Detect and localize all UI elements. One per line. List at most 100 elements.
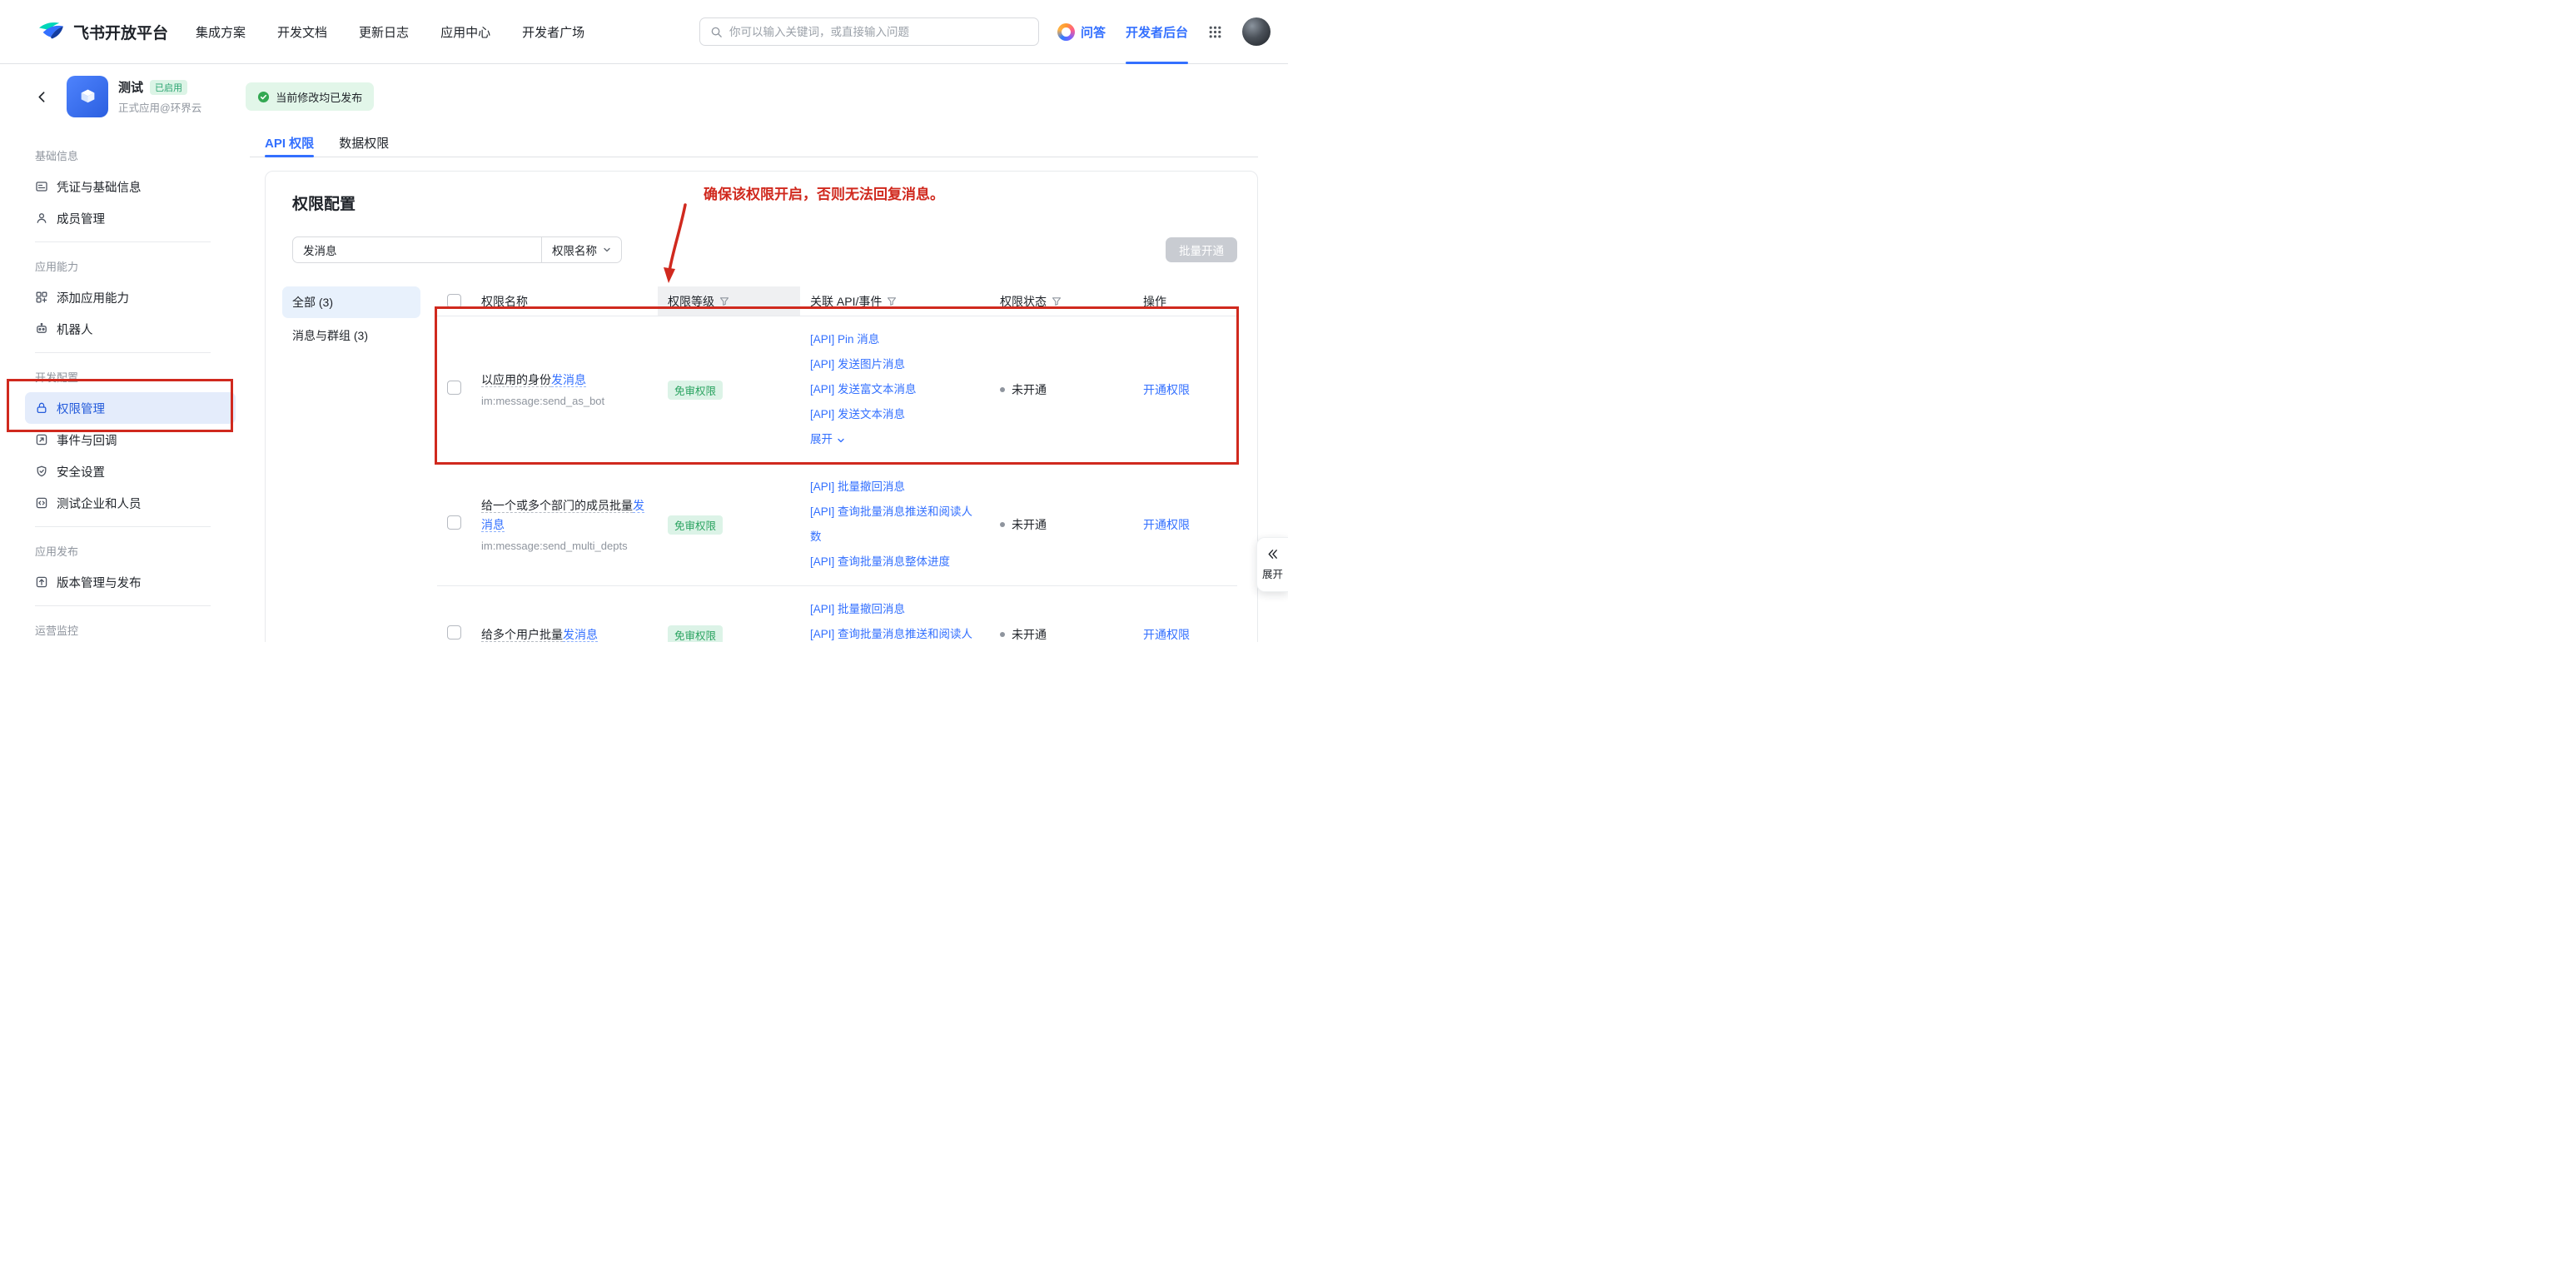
- sidebar-item[interactable]: 成员管理: [25, 202, 236, 234]
- select-all-checkbox[interactable]: [447, 294, 461, 308]
- permission-name: 以应用的身份发消息: [481, 371, 648, 390]
- tab[interactable]: API 权限: [265, 129, 314, 157]
- category-item[interactable]: 消息与群组 (3): [282, 320, 420, 351]
- filter-icon[interactable]: [1052, 296, 1062, 306]
- apps-grid-icon[interactable]: [1208, 25, 1222, 39]
- permission-name-link[interactable]: 发消息: [551, 373, 586, 387]
- check-circle-icon: [257, 91, 270, 103]
- permission-name-link[interactable]: 发消息: [563, 628, 598, 642]
- release-icon: [35, 575, 48, 589]
- api-list: [API] Pin 消息[API] 发送图片消息[API] 发送富文本消息[AP…: [810, 316, 980, 463]
- members-icon: [35, 212, 48, 225]
- column-action: 操作: [1143, 293, 1166, 310]
- event-icon: [35, 433, 48, 446]
- permission-card: 权限配置 权限名称 批量开通 全部 (3)消息与群组 (3: [265, 171, 1258, 642]
- nav-item[interactable]: 应用中心: [425, 23, 506, 41]
- table-row: 以应用的身份发消息 im:message:send_as_bot 免审权限 [API]…: [437, 316, 1237, 464]
- feishu-logo[interactable]: 飞书开放平台: [37, 20, 168, 43]
- permission-scope: im:message:send_as_bot: [481, 394, 648, 409]
- global-search-input[interactable]: [729, 26, 1028, 38]
- row-checkbox[interactable]: [447, 381, 461, 395]
- top-navigation: 飞书开放平台 集成方案开发文档更新日志应用中心开发者广场 问答 开发者后台: [0, 0, 1288, 64]
- back-icon[interactable]: [35, 90, 49, 104]
- app-type: 正式应用@环界云: [118, 99, 201, 115]
- developer-console-tab[interactable]: 开发者后台: [1126, 0, 1188, 64]
- open-permission-link[interactable]: 开通权限: [1143, 518, 1190, 531]
- qa-entry[interactable]: 问答: [1057, 23, 1106, 41]
- screen: 飞书开放平台 集成方案开发文档更新日志应用中心开发者广场 问答 开发者后台: [0, 0, 1288, 642]
- level-badge: 免审权限: [668, 625, 723, 643]
- nav-item[interactable]: 开发文档: [261, 23, 343, 41]
- filter-icon[interactable]: [887, 296, 897, 306]
- sidebar-item[interactable]: 添加应用能力: [25, 281, 236, 313]
- row-checkbox[interactable]: [447, 515, 461, 530]
- status-dot-icon: [1000, 522, 1005, 527]
- filter-icon[interactable]: [719, 296, 729, 306]
- table-body: 以应用的身份发消息 im:message:send_as_bot 免审权限 [API]…: [437, 316, 1237, 642]
- sidebar-item[interactable]: 权限管理: [25, 392, 236, 424]
- tab[interactable]: 数据权限: [339, 129, 389, 157]
- brand-name: 飞书开放平台: [73, 21, 168, 43]
- app-meta: 测试 已启用 正式应用@环界云: [118, 78, 201, 115]
- api-list: [API] 批量撤回消息[API] 查询批量消息推送和阅读人数: [810, 586, 980, 642]
- expand-panel[interactable]: 展开: [1256, 537, 1288, 592]
- row-checkbox[interactable]: [447, 625, 461, 640]
- divider: [35, 526, 211, 527]
- level-badge: 免审权限: [668, 381, 723, 400]
- sidebar-item[interactable]: 安全设置: [25, 455, 236, 487]
- app-header: 测试 已启用 正式应用@环界云 当前修改均已发布: [0, 64, 1288, 129]
- feishu-logo-icon: [37, 20, 65, 43]
- sidebar-item-label: 事件与回调: [57, 431, 117, 449]
- api-link[interactable]: [API] 查询批量消息推送和阅读人数: [810, 622, 980, 642]
- api-link[interactable]: [API] 批量撤回消息: [810, 475, 980, 500]
- permission-scope: im:message:send_multi_depts: [481, 539, 648, 554]
- sidebar-item[interactable]: 事件与回调: [25, 424, 236, 455]
- nav-item[interactable]: 集成方案: [180, 23, 261, 41]
- open-permission-link[interactable]: 开通权限: [1143, 383, 1190, 396]
- developer-console-label: 开发者后台: [1126, 23, 1188, 41]
- sidebar-item[interactable]: 机器人: [25, 313, 236, 345]
- nav-item[interactable]: 开发者广场: [506, 23, 600, 41]
- app-icon: [67, 76, 108, 117]
- expand-row-link[interactable]: 展开: [810, 427, 845, 452]
- app-name: 测试: [118, 78, 143, 96]
- api-link[interactable]: [API] 发送文本消息: [810, 402, 980, 427]
- category-item[interactable]: 全部 (3): [282, 286, 420, 318]
- api-link[interactable]: [API] 查询批量消息推送和阅读人数: [810, 500, 980, 550]
- credential-icon: [35, 180, 48, 193]
- publish-status-banner: 当前修改均已发布: [246, 82, 374, 111]
- chevron-down-icon: [603, 246, 611, 254]
- permission-search-input[interactable]: [293, 244, 541, 256]
- api-link[interactable]: [API] Pin 消息: [810, 327, 980, 352]
- search-field-select[interactable]: 权限名称: [541, 237, 621, 262]
- sidebar-item[interactable]: 测试企业和人员: [25, 487, 236, 519]
- sidebar-item-label: 机器人: [57, 321, 93, 338]
- sidebar-item[interactable]: 凭证与基础信息: [25, 171, 236, 202]
- api-list: [API] 批量撤回消息[API] 查询批量消息推送和阅读人数[API] 查询批…: [810, 464, 980, 585]
- table-row: 给一个或多个部门的成员批量发消息im:message:send_multi_de…: [437, 464, 1237, 586]
- search-field-label: 权限名称: [552, 241, 597, 258]
- status-dot-icon: [1000, 387, 1005, 392]
- toolbar: 权限名称 批量开通: [292, 236, 1237, 263]
- enabled-badge: 已启用: [150, 80, 187, 95]
- batch-open-button[interactable]: 批量开通: [1166, 237, 1237, 262]
- level-badge: 免审权限: [668, 515, 723, 535]
- api-link[interactable]: [API] 查询批量消息整体进度: [810, 550, 980, 575]
- divider: [35, 352, 211, 353]
- sidebar-item-label: 版本管理与发布: [57, 574, 142, 591]
- publish-status-text: 当前修改均已发布: [276, 89, 362, 105]
- sidebar-item[interactable]: 版本管理与发布: [25, 566, 236, 598]
- annotation-arrow: [658, 200, 699, 296]
- api-link[interactable]: [API] 发送图片消息: [810, 352, 980, 377]
- nav-item[interactable]: 更新日志: [343, 23, 425, 41]
- api-link[interactable]: [API] 批量撤回消息: [810, 597, 980, 622]
- shield-icon: [35, 465, 48, 478]
- avatar[interactable]: [1242, 17, 1271, 46]
- api-link[interactable]: [API] 发送富文本消息: [810, 377, 980, 402]
- open-permission-link[interactable]: 开通权限: [1143, 628, 1190, 641]
- global-search[interactable]: [699, 17, 1039, 46]
- table-row: 给多个用户批量发消息免审权限[API] 批量撤回消息[API] 查询批量消息推送…: [437, 586, 1237, 642]
- table-header: 权限名称 权限等级 关联 API/事件 权限状态 操作: [437, 286, 1237, 316]
- permission-tabs: API 权限数据权限: [250, 129, 1258, 157]
- category-list: 全部 (3)消息与群组 (3): [282, 286, 420, 642]
